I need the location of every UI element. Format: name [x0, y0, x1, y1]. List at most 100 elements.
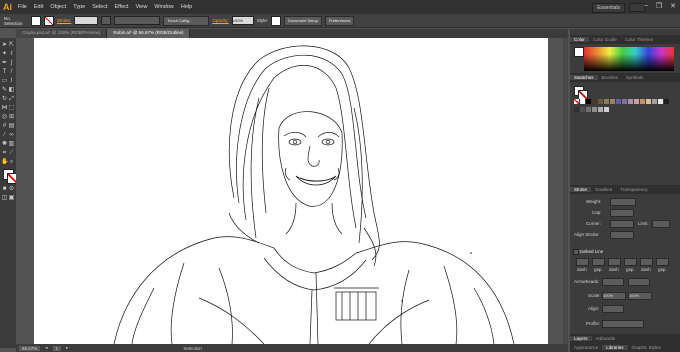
pencil-tool-icon[interactable]: ✎	[1, 87, 8, 94]
tab-color-guide[interactable]: Color Guide	[589, 37, 621, 42]
scale-tool-icon[interactable]: ⤢	[8, 96, 15, 103]
opacity-field[interactable]: 100%	[231, 16, 254, 25]
corner-buttons[interactable]	[610, 220, 634, 228]
tab-color-themes[interactable]: Color Themes	[621, 37, 657, 42]
tab-transparency[interactable]: Transparency	[616, 187, 651, 192]
shape-builder-tool-icon[interactable]: ◎	[1, 114, 8, 121]
arrowhead-start-dropdown[interactable]	[602, 278, 624, 286]
zoom-level-field[interactable]: 66.67%	[19, 345, 41, 351]
scale-end-field[interactable]: 100%	[628, 292, 652, 300]
tab-robin[interactable]: Robin.ai* @ 66.67% (RGB/Outline)	[107, 29, 191, 38]
menu-select[interactable]: Select	[92, 4, 107, 10]
menu-help[interactable]: Help	[181, 4, 192, 10]
weight-field[interactable]	[610, 198, 636, 206]
variable-width-dropdown[interactable]	[101, 16, 112, 25]
tab-color[interactable]: Color	[570, 37, 589, 42]
tab-appearance[interactable]: Appearance	[570, 345, 602, 350]
symbol-sprayer-tool-icon[interactable]: ✺	[1, 141, 8, 148]
line-tool-icon[interactable]: /	[8, 69, 15, 76]
close-icon[interactable]: ✕	[670, 2, 676, 10]
tab-claylia[interactable]: Claylia.psd.ai* @ 100% (RGB/Preview)	[16, 29, 108, 38]
paintbrush-tool-icon[interactable]: ⌇	[8, 78, 15, 85]
menu-type[interactable]: Type	[73, 4, 85, 10]
artboard-number-field[interactable]: 1	[52, 345, 62, 351]
gap-field-1[interactable]	[592, 258, 605, 266]
free-transform-tool-icon[interactable]: ⬚	[8, 105, 15, 112]
magic-wand-tool-icon[interactable]: ✦	[1, 51, 8, 58]
perspective-grid-tool-icon[interactable]: ⊞	[8, 114, 15, 121]
rectangle-tool-icon[interactable]: ▭	[1, 78, 8, 85]
menu-view[interactable]: View	[135, 4, 147, 10]
rotate-tool-icon[interactable]: ↻	[1, 96, 8, 103]
color-panel-fill[interactable]	[574, 47, 584, 57]
cap-buttons[interactable]	[610, 209, 634, 217]
direct-selection-tool-icon[interactable]: ⇱	[8, 42, 15, 49]
fill-swatch[interactable]	[31, 15, 41, 26]
color-spectrum-bar[interactable]	[584, 47, 674, 54]
dash-field-1[interactable]	[576, 258, 589, 266]
type-tool-icon[interactable]: T	[1, 69, 8, 76]
next-artboard-icon[interactable]: ▸	[66, 345, 68, 351]
search-input[interactable]	[629, 3, 645, 12]
none-mode-icon[interactable]: ⊘	[8, 186, 15, 193]
color-spectrum-shade[interactable]	[584, 54, 674, 71]
stroke-weight-field[interactable]	[74, 16, 99, 25]
align-buttons[interactable]	[602, 305, 624, 313]
menu-window[interactable]: Window	[154, 4, 174, 10]
gap-field-3[interactable]	[656, 258, 669, 266]
dash-field-3[interactable]	[640, 258, 653, 266]
tab-graphic-styles[interactable]: Graphic Styles	[628, 345, 665, 350]
curvature-tool-icon[interactable]: ∫	[8, 60, 15, 67]
tab-brushes[interactable]: Brushes	[598, 75, 623, 80]
blend-tool-icon[interactable]: ∞	[8, 132, 15, 139]
tab-symbols[interactable]: Symbols	[622, 75, 647, 80]
brush-definition-dropdown[interactable]: Touch Callig...	[163, 15, 210, 26]
pen-tool-icon[interactable]: ✒	[1, 60, 8, 67]
tab-artboards[interactable]: Artboards	[592, 336, 620, 341]
slice-tool-icon[interactable]: ⟋	[8, 150, 15, 157]
mesh-tool-icon[interactable]: #	[1, 123, 8, 130]
vertical-scrollbar[interactable]	[563, 38, 568, 344]
selection-tool-icon[interactable]: ➤	[1, 42, 8, 49]
tab-stroke[interactable]: Stroke	[570, 187, 592, 192]
width-tool-icon[interactable]: ⋈	[1, 105, 8, 112]
gradient-tool-icon[interactable]: ▤	[8, 123, 15, 130]
tab-layers[interactable]: Layers	[570, 336, 592, 341]
menu-file[interactable]: File	[18, 4, 27, 10]
dash-field-2[interactable]	[608, 258, 621, 266]
workspace-switcher[interactable]: Essentials	[592, 3, 625, 13]
align-stroke-buttons[interactable]	[610, 231, 634, 239]
gap-field-2[interactable]	[624, 258, 637, 266]
menu-object[interactable]: Object	[50, 4, 66, 10]
limit-field[interactable]	[652, 220, 670, 228]
stroke-swatch[interactable]	[44, 15, 54, 26]
canvas-area[interactable]	[16, 38, 568, 344]
prev-artboard-icon[interactable]: ◂	[45, 345, 47, 351]
stroke-label[interactable]: Stroke:	[57, 18, 71, 23]
color-mode-icon[interactable]: ■	[1, 186, 8, 193]
minimize-icon[interactable]: –	[644, 2, 648, 10]
swatch-grid[interactable]	[574, 99, 674, 113]
hand-tool-icon[interactable]: ✋	[1, 159, 8, 166]
menu-effect[interactable]: Effect	[115, 4, 129, 10]
eyedropper-tool-icon[interactable]: ⁄	[1, 132, 8, 139]
arrowhead-end-dropdown[interactable]	[628, 278, 650, 286]
dashed-line-checkbox[interactable]	[573, 249, 579, 255]
menu-edit[interactable]: Edit	[34, 4, 43, 10]
lasso-tool-icon[interactable]: ℓ	[8, 51, 15, 58]
variable-width-profile[interactable]	[114, 16, 161, 25]
artboard[interactable]	[34, 38, 548, 344]
graph-tool-icon[interactable]: ▥	[8, 141, 15, 148]
preferences-button[interactable]: Preferences	[324, 15, 355, 26]
zoom-tool-icon[interactable]: ⌕	[8, 159, 15, 166]
profile-dropdown[interactable]	[602, 320, 644, 328]
opacity-label[interactable]: Opacity:	[212, 18, 229, 23]
scale-start-field[interactable]: 100%	[602, 292, 626, 300]
artboard-tool-icon[interactable]: ⌗	[1, 150, 8, 157]
document-setup-button[interactable]: Document Setup	[284, 15, 322, 26]
tab-swatches[interactable]: Swatches	[570, 75, 598, 80]
eraser-tool-icon[interactable]: ◧	[8, 87, 15, 94]
graphic-style-swatch[interactable]	[271, 15, 282, 26]
restore-icon[interactable]: ❐	[656, 2, 662, 10]
screen-mode-icon[interactable]: ▣	[8, 195, 15, 202]
